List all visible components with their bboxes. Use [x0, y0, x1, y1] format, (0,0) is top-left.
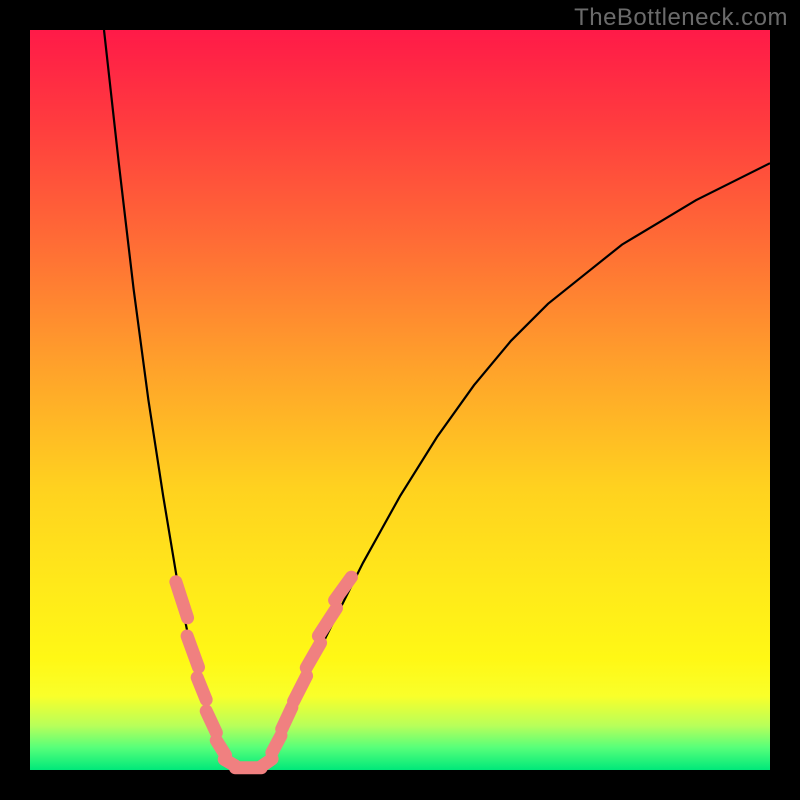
bottleneck-curve — [104, 30, 770, 768]
curve-marker — [297, 634, 329, 677]
curve-marker — [179, 628, 207, 676]
marker-group — [168, 568, 361, 775]
chart-frame: TheBottleneck.com — [0, 0, 800, 800]
curve-marker — [285, 667, 315, 710]
curve-marker — [198, 702, 225, 741]
curve-marker — [189, 669, 215, 708]
curve-marker — [168, 574, 196, 626]
watermark-text: TheBottleneck.com — [574, 4, 788, 32]
curve-marker — [309, 599, 345, 645]
chart-svg — [30, 30, 770, 770]
